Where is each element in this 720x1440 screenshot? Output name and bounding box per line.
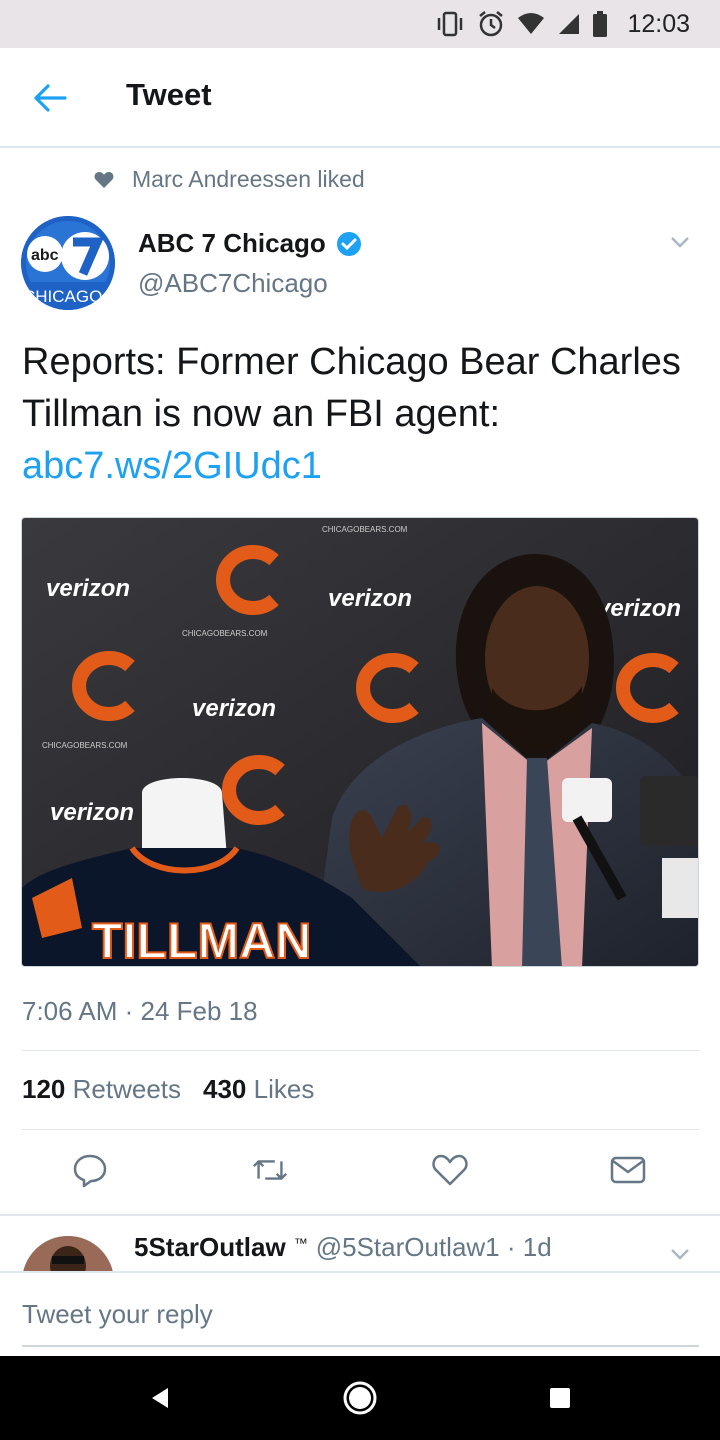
reply-handle-time: @5StarOutlaw1 · 1d [315,1232,552,1262]
photo-sponsor-2: verizon [328,585,412,612]
photo-sponsor-5: verizon [597,595,681,622]
author-name: ABC 7 Chicago [138,228,326,258]
like-icon [432,1154,468,1186]
retweet-icon [252,1160,288,1180]
tweet-body: Reports: Former Chicago Bear Charles Til… [22,341,681,435]
likes-count: 430 [203,1074,247,1104]
divider [22,1050,699,1051]
nav-home-button[interactable] [340,1378,380,1418]
section-divider [0,1214,720,1216]
svg-text:CHICAGO: CHICAGO [23,287,102,306]
reply-input[interactable]: Tweet your reply [22,1299,213,1330]
arrow-left-icon [34,84,67,112]
photo-sponsor-4: verizon [50,799,134,826]
reply-options-button[interactable] [668,1242,692,1266]
social-context-text: Marc Andreessen liked [132,166,365,192]
top-app-bar: Tweet [0,48,720,148]
page-title: Tweet [126,77,212,112]
status-bar: 12:03 [0,0,720,48]
reply-author-name: 5StarOutlaw [134,1232,286,1262]
likes-label: Likes [253,1074,315,1104]
author-avatar[interactable]: abc CHICAGO [21,216,115,310]
photo-backdrop-3: CHICAGOBEARS.COM [42,741,128,750]
wifi-icon [517,10,545,38]
back-button[interactable] [30,78,70,118]
tweet-link[interactable]: abc7.ws/2GIUdc1 [22,445,322,487]
likes-stat[interactable]: 430 Likes [203,1074,314,1105]
circle-home-icon [343,1381,377,1415]
photo-sponsor-3: verizon [192,695,276,722]
reply-icon [73,1154,107,1188]
author-name-row[interactable]: ABC 7 Chicago [138,228,362,259]
vibrate-icon [435,10,465,38]
tweet-actions [0,1140,720,1204]
verified-badge-icon [336,231,361,256]
retweet-button[interactable] [250,1150,290,1190]
reply-composer: Tweet your reply [0,1271,720,1357]
author-handle[interactable]: @ABC7Chicago [138,268,328,299]
svg-text:abc: abc [31,247,59,264]
retweets-count: 120 [22,1074,66,1104]
photo-backdrop-2: CHICAGOBEARS.COM [182,629,268,638]
photo-backdrop-1: CHICAGOBEARS.COM [322,525,408,534]
share-dm-button[interactable] [608,1150,648,1190]
divider [22,1129,699,1130]
like-button[interactable] [430,1150,470,1190]
tweet-text: Reports: Former Chicago Bear Charles Til… [22,336,702,492]
status-time: 12:03 [627,9,690,38]
nav-recents-button[interactable] [540,1378,580,1418]
chevron-down-icon [671,1249,689,1260]
photo-sponsor-1: verizon [46,575,130,602]
reply-header[interactable]: 5StarOutlaw ™ @5StarOutlaw1 · 1d [134,1232,552,1263]
reply-author-tm: ™ [293,1235,308,1251]
tweet-photo[interactable]: verizon verizon verizon verizon verizon … [21,517,699,967]
heart-icon [94,171,114,188]
photo-jersey-name: TILLMAN [92,913,311,967]
social-context[interactable]: Marc Andreessen liked [94,166,365,193]
tweet-stats: 120 Retweets 430 Likes [22,1074,314,1105]
signal-icon [557,10,581,38]
triangle-back-icon [152,1388,168,1408]
retweets-stat[interactable]: 120 Retweets [22,1074,181,1105]
reply-button[interactable] [70,1150,110,1190]
square-recents-icon [550,1388,570,1408]
retweets-label: Retweets [72,1074,182,1104]
battery-icon [593,10,608,38]
message-icon [610,1156,646,1184]
tweet-timestamp[interactable]: 7:06 AM · 24 Feb 18 [22,996,258,1027]
system-nav-bar [0,1356,720,1440]
nav-back-button[interactable] [140,1378,180,1418]
tweet-options-button[interactable] [668,230,692,254]
chevron-down-icon [671,237,689,248]
alarm-icon [477,10,505,38]
composer-underline [22,1345,699,1347]
